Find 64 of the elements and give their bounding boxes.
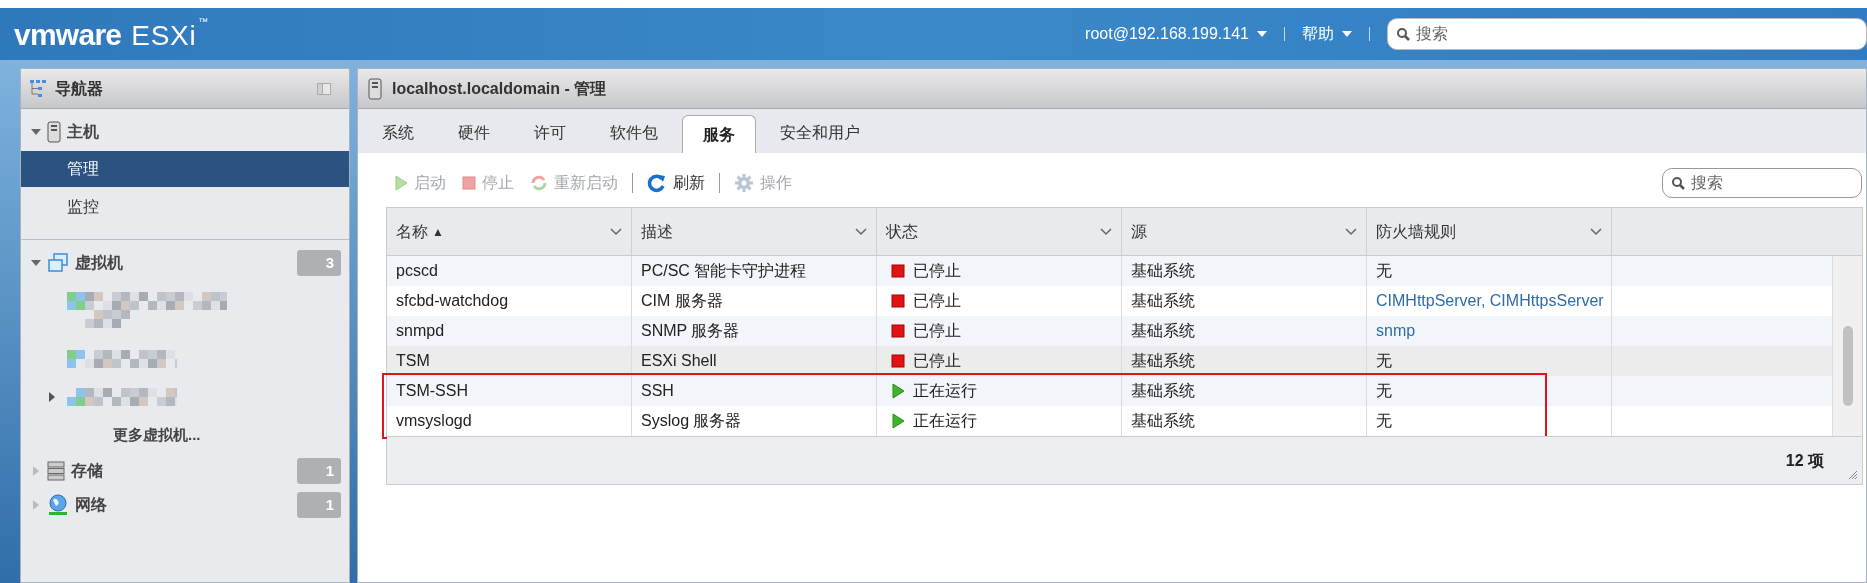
gear-icon [734, 173, 754, 193]
tab[interactable]: 服务 [682, 115, 756, 153]
nav-section-label[interactable]: 主机 [67, 120, 339, 144]
caret-icon [1257, 31, 1267, 37]
nav-item[interactable]: 管理 [21, 151, 349, 187]
tab[interactable]: 软件包 [590, 114, 678, 152]
column-header[interactable]: 防火墙规则 [1367, 208, 1612, 255]
count-badge: 1 [297, 458, 341, 484]
help-menu[interactable]: 帮助 [1302, 22, 1352, 46]
tab[interactable]: 安全和用户 [760, 114, 880, 152]
search-icon [1671, 176, 1685, 190]
chevron-down-icon [1590, 227, 1602, 236]
status-text: 已停止 [913, 351, 961, 371]
chevron-down-icon [855, 227, 867, 236]
panel-title: localhost.localdomain - 管理 [392, 78, 607, 99]
status-text: 已停止 [913, 261, 961, 281]
column-header[interactable]: 名称 ▲ [387, 208, 632, 255]
tab[interactable]: 系统 [362, 114, 434, 152]
more-vms-link[interactable]: 更多虚拟机... [21, 416, 349, 454]
count-badge: 1 [297, 492, 341, 518]
nav-section-label[interactable]: 网络 [75, 493, 291, 517]
chevron-down-icon [610, 227, 622, 236]
nav-item[interactable]: 监控 [21, 189, 349, 225]
item-count: 12 项 [1785, 450, 1824, 471]
server-icon [368, 77, 382, 100]
nav-section-label[interactable]: 存储 [71, 459, 291, 483]
tab[interactable]: 硬件 [438, 114, 510, 152]
trademark-mark: ™ [198, 14, 209, 29]
status-text: 已停止 [913, 291, 961, 311]
tab[interactable]: 许可 [514, 114, 586, 152]
expand-arrow-icon [49, 392, 55, 402]
status-text: 正在运行 [913, 381, 977, 401]
product-name: ESXi [131, 18, 197, 53]
status-text: 已停止 [913, 321, 961, 341]
play-icon [394, 175, 408, 191]
collapse-panel-icon [317, 82, 331, 95]
scrollbar[interactable] [1832, 256, 1862, 436]
chevron-down-icon [1345, 227, 1357, 236]
brand-logo: vmware [14, 16, 122, 53]
caret-icon [1342, 31, 1352, 37]
resize-grip-icon [1848, 470, 1858, 480]
count-badge: 3 [297, 250, 341, 276]
server-icon [47, 121, 61, 143]
status-text: 正在运行 [913, 411, 977, 431]
panel-title: 导航器 [55, 78, 104, 99]
refresh-icon [647, 173, 667, 193]
user-menu[interactable]: root@192.168.199.141 [1085, 22, 1267, 46]
column-header[interactable]: 状态 [877, 208, 1122, 255]
database-icon [47, 461, 65, 481]
globe-icon [47, 494, 69, 516]
column-header[interactable]: 源 [1122, 208, 1367, 255]
chevron-down-icon [1100, 227, 1112, 236]
scrollbar-thumb[interactable] [1842, 326, 1853, 406]
toolbar-button[interactable]: 刷新 [639, 171, 713, 195]
restart-icon [530, 174, 548, 192]
nav-section-label[interactable]: 虚拟机 [75, 251, 291, 275]
sort-indicator: ▲ [432, 223, 444, 241]
stop-icon [462, 176, 476, 190]
search-icon [1396, 27, 1410, 41]
search-field[interactable]: 搜索 [1387, 18, 1867, 50]
search-field[interactable]: 搜索 [1662, 168, 1862, 198]
virtual-machines-icon [47, 253, 69, 273]
tree-icon [29, 78, 49, 99]
column-header[interactable]: 描述 [632, 208, 877, 255]
